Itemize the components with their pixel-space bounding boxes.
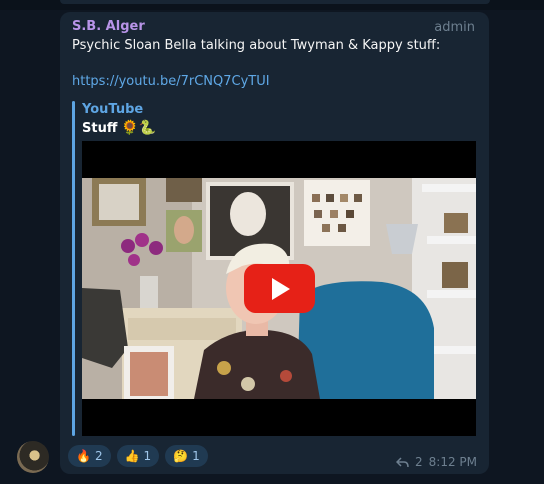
message-link[interactable]: https://youtu.be/7rCNQ7CyTUI [72, 74, 270, 89]
play-button[interactable] [244, 264, 315, 313]
video-preview[interactable] [82, 141, 476, 436]
reaction-count: 1 [192, 449, 200, 463]
reaction-thinking[interactable]: 🤔 1 [165, 445, 208, 467]
message-text: Psychic Sloan Bella talking about Twyman… [72, 38, 441, 53]
message-meta: 2 8:12 PM [396, 455, 477, 469]
reply-arrow-icon[interactable] [396, 456, 409, 468]
sender-avatar[interactable] [17, 441, 49, 473]
sender-name[interactable]: S.B. Alger [72, 19, 145, 34]
thinking-face-icon: 🤔 [173, 449, 189, 463]
top-strip [0, 0, 544, 10]
preview-title-text: Stuff [82, 120, 118, 136]
reaction-fire[interactable]: 🔥 2 [68, 445, 111, 467]
reactions-bar: 🔥 2 👍 1 🤔 1 [68, 445, 208, 467]
previous-message-bubble [60, 0, 490, 4]
reaction-count: 1 [143, 449, 152, 463]
preview-title: Stuff 🌻🐍 [82, 120, 156, 136]
reaction-count: 2 [94, 449, 103, 463]
preview-site-name: YouTube [82, 102, 144, 117]
message-time: 8:12 PM [428, 455, 477, 469]
reaction-thumbs-up[interactable]: 👍 1 [116, 445, 160, 467]
link-preview-accent-bar [72, 101, 75, 436]
reply-count[interactable]: 2 [415, 455, 423, 469]
thumbs-up-icon: 👍 [124, 449, 140, 463]
preview-title-emojis: 🌻🐍 [121, 120, 157, 136]
fire-icon: 🔥 [76, 449, 91, 463]
admin-badge: admin [434, 20, 475, 35]
message-bubble: S.B. Alger admin Psychic Sloan Bella tal… [60, 12, 489, 474]
